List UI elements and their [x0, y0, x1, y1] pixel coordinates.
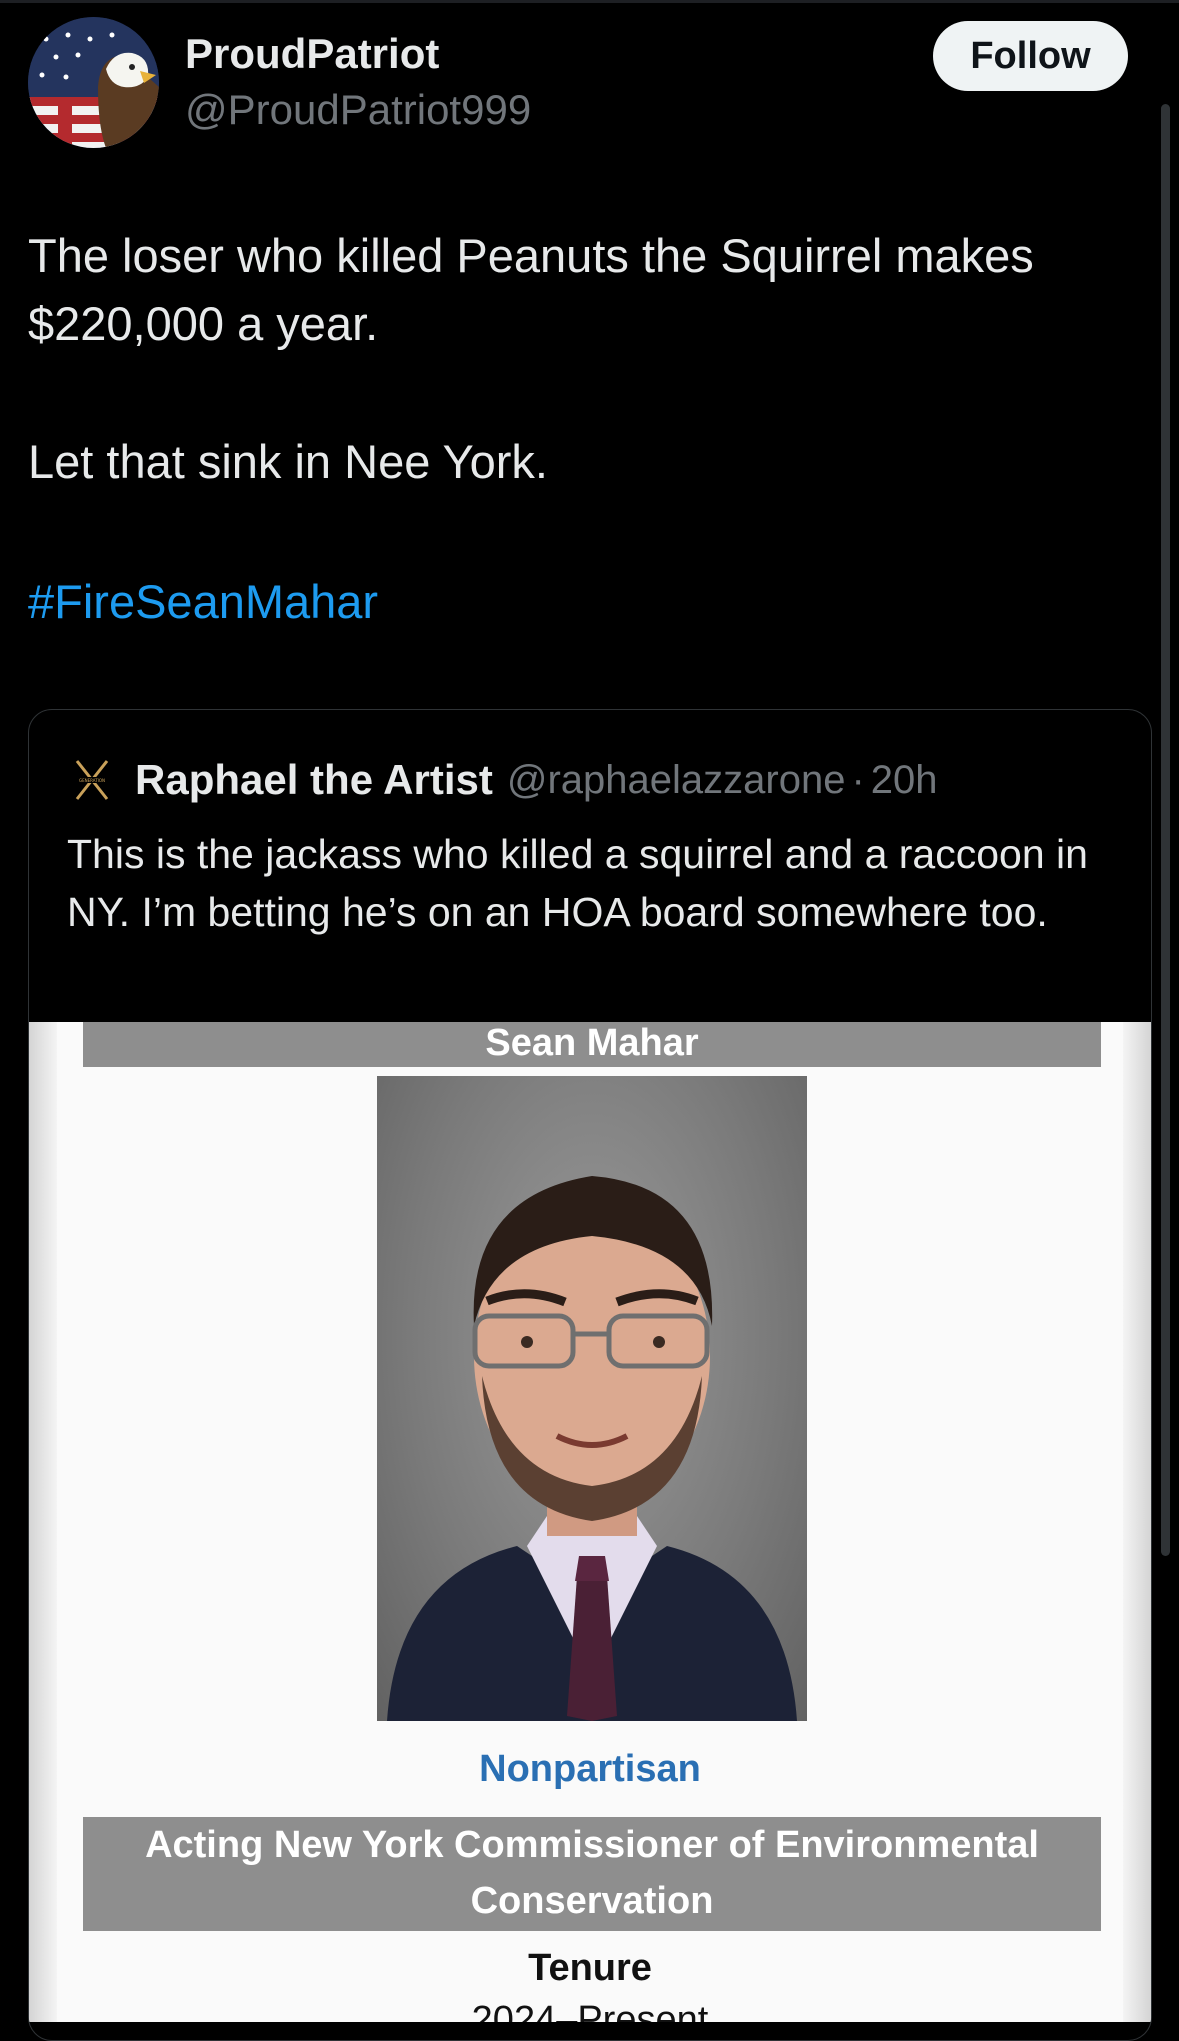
- top-divider: [0, 0, 1179, 3]
- portrait-photo: [377, 1076, 807, 1721]
- author-display-name[interactable]: ProudPatriot: [185, 30, 439, 78]
- party-link: Nonpartisan: [479, 1748, 701, 1790]
- office-title-bar: Acting New York Commissioner of Environm…: [83, 1817, 1101, 1931]
- separator-dot: ·: [851, 757, 865, 802]
- scrollbar[interactable]: [1161, 104, 1170, 1556]
- follow-button[interactable]: Follow: [933, 21, 1128, 91]
- tenure-label: Tenure: [528, 1947, 652, 1989]
- quoted-timestamp[interactable]: 20h: [871, 758, 938, 803]
- quoted-author-name[interactable]: Raphael the Artist: [135, 756, 493, 804]
- infobox-name-bar: Sean Mahar: [83, 1022, 1101, 1067]
- eagle-flag-avatar-icon: [28, 17, 159, 148]
- tenure-dates: 2024–Present: [471, 1999, 709, 2022]
- tweet-text-line: The loser who killed Peanuts the Squirre…: [28, 229, 1034, 350]
- image-border: [29, 1022, 57, 2022]
- quoted-tweet-text: This is the jackass who killed a squirre…: [67, 831, 1088, 935]
- x-logo-avatar-icon[interactable]: GENERATION: [67, 755, 117, 805]
- quoted-author-handle[interactable]: @raphaelazzarone: [507, 758, 846, 803]
- image-border: [1123, 1022, 1151, 2022]
- quoted-tweet-header: GENERATION Raphael the Artist @raphaelaz…: [67, 754, 938, 806]
- quoted-tweet-card[interactable]: GENERATION Raphael the Artist @raphaelaz…: [28, 709, 1152, 2041]
- svg-text:GENERATION: GENERATION: [79, 778, 105, 783]
- quoted-media-image[interactable]: Sean Mahar Nonpartisan Acting New York C…: [29, 1022, 1151, 2022]
- portrait-illustration: [387, 1176, 797, 1721]
- author-handle[interactable]: @ProudPatriot999: [185, 86, 531, 134]
- tweet-text-line: Let that sink in Nee York.: [28, 435, 548, 488]
- author-avatar[interactable]: [28, 17, 159, 148]
- hashtag-link[interactable]: #FireSeanMahar: [28, 568, 378, 636]
